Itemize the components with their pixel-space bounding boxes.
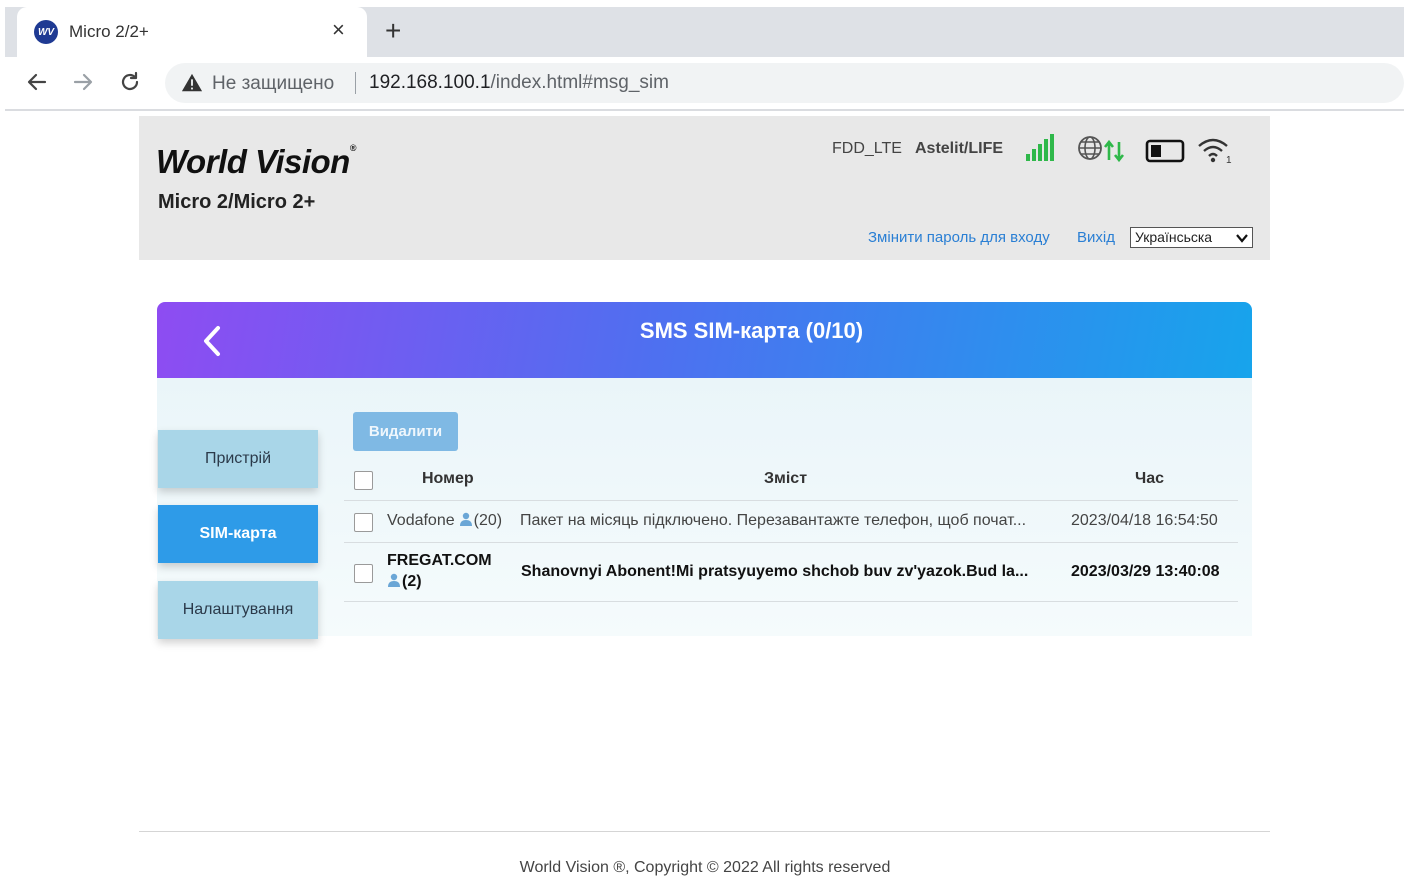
forward-arrow-icon[interactable] <box>68 67 98 97</box>
column-header-number: Номер <box>422 470 474 487</box>
row-checkbox[interactable] <box>354 513 373 532</box>
message-count: (2) <box>402 573 422 590</box>
row-content[interactable]: Пакет на місяць підключено. Перезавантаж… <box>520 512 1050 530</box>
brand-name: World Vision <box>156 143 350 180</box>
row-count: (2) <box>387 573 447 591</box>
sidebar-item-settings[interactable]: Налаштування <box>158 581 318 639</box>
row-time: 2023/04/18 16:54:50 <box>1071 512 1218 529</box>
delete-button[interactable]: Видалити <box>353 412 458 451</box>
new-tab-button[interactable]: + <box>385 17 401 45</box>
sender-name: Vodafone <box>387 512 455 529</box>
column-header-content: Зміст <box>764 470 808 487</box>
panel-title: SMS SIM-карта (0/10) <box>639 318 864 343</box>
sidebar-item-label: Пристрій <box>204 450 272 467</box>
message-count: (20) <box>473 512 503 529</box>
table-row[interactable]: Vodafone (20) Пакет на місяць підключено.… <box>344 501 1238 542</box>
sidebar-item-device[interactable]: Пристрій <box>158 430 318 488</box>
tab-title: Micro 2/2+ <box>69 22 149 41</box>
close-tab-icon[interactable]: × <box>332 18 345 42</box>
footer-divider <box>139 831 1270 832</box>
internet-data-icon <box>1078 136 1125 163</box>
omnibox-divider <box>355 72 356 94</box>
url-text[interactable]: 192.168.100.1/index.html#msg_sim <box>369 72 669 94</box>
operator-name: Astelit/LIFE <box>915 140 1004 157</box>
brand-logo: World Vision® <box>156 143 356 181</box>
router-header: World Vision® Micro 2/Micro 2+ FDD_LTE A… <box>139 116 1270 260</box>
back-arrow-icon[interactable] <box>22 67 52 97</box>
logout-link[interactable]: Вихід <box>1077 229 1115 246</box>
network-type: FDD_LTE <box>832 140 902 157</box>
sender-name[interactable]: FREGAT.COM <box>387 552 517 570</box>
row-time: 2023/03/29 13:40:08 <box>1071 563 1220 580</box>
signal-strength-icon <box>1026 134 1054 161</box>
chevron-down-icon <box>1236 234 1248 243</box>
footer-copyright: World Vision ®, Copyright © 2022 All rig… <box>519 859 891 876</box>
favicon-icon: WV <box>34 20 58 44</box>
wifi-icon: 1 <box>1198 138 1232 164</box>
table-divider <box>344 601 1238 602</box>
select-all-checkbox[interactable] <box>354 471 373 490</box>
security-status: Не защищено <box>212 73 335 94</box>
wifi-client-count: 1 <box>1226 155 1232 164</box>
brand-registered-mark: ® <box>349 143 357 153</box>
sms-panel-header: SMS SIM-карта (0/10) <box>157 302 1252 378</box>
sidebar-item-label: SIM-карта <box>199 525 277 542</box>
column-header-time: Час <box>1135 470 1165 487</box>
sidebar-item-sim-card[interactable]: SIM-карта <box>158 505 318 563</box>
browser-tab[interactable]: WV Micro 2/2+ × <box>17 7 367 57</box>
change-password-link[interactable]: Змінити пароль для входу <box>868 229 1050 246</box>
sidebar-item-label: Налаштування <box>182 601 294 618</box>
browser-toolbar: Не защищено 192.168.100.1/index.html#msg… <box>5 57 1404 111</box>
browser-tabstrip: WV Micro 2/2+ × + <box>5 7 1404 57</box>
address-bar[interactable]: Не защищено 192.168.100.1/index.html#msg… <box>165 63 1404 103</box>
warning-icon[interactable] <box>181 72 203 94</box>
battery-icon <box>1145 139 1185 163</box>
url-host: 192.168.100.1 <box>369 72 491 93</box>
contact-person-icon <box>459 512 472 526</box>
language-select[interactable]: Українсьска <box>1130 227 1253 248</box>
url-path: /index.html#msg_sim <box>490 72 669 93</box>
table-row[interactable]: FREGAT.COM (2) Shanovnyi Abonent!Mi prat… <box>344 543 1238 601</box>
device-model: Micro 2/Micro 2+ <box>158 191 316 213</box>
contact-person-icon <box>388 573 400 587</box>
row-checkbox[interactable] <box>354 564 373 583</box>
language-selected: Українсьска <box>1135 229 1213 245</box>
row-content[interactable]: Shanovnyi Abonent!Mi pratsyuyemo shchob … <box>521 563 1051 581</box>
reload-icon[interactable] <box>115 67 145 97</box>
